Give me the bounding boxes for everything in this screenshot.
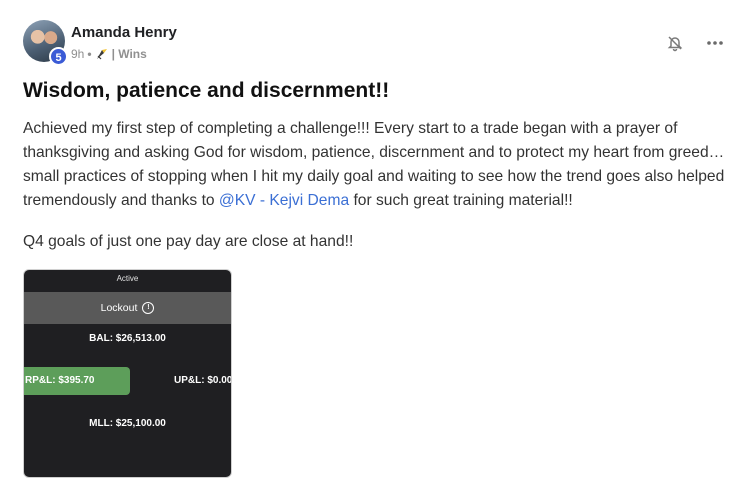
lockout-label: Lockout bbox=[100, 302, 138, 314]
more-options-icon[interactable] bbox=[706, 34, 724, 52]
post-time[interactable]: 9h bbox=[71, 47, 84, 61]
rocket-chevrons-icon bbox=[95, 47, 109, 61]
level-badge: 5 bbox=[49, 47, 68, 66]
post-body: Achieved my first step of completing a c… bbox=[23, 117, 728, 213]
post-body-second: Q4 goals of just one pay day are close a… bbox=[23, 233, 354, 250]
post-meta: 9h • | Wins bbox=[71, 47, 147, 61]
post-body-text-end: for such great training material!! bbox=[349, 192, 573, 209]
max-loss-limit-value: MLL: $25,100.00 bbox=[89, 418, 166, 429]
bell-slash-icon[interactable] bbox=[666, 34, 684, 52]
balance-value: BAL: $26,513.00 bbox=[89, 333, 166, 344]
meta-separator: • bbox=[87, 47, 92, 61]
user-mention-link[interactable]: @KV - Kejvi Dema bbox=[219, 192, 349, 209]
realized-pnl-badge: RP&L: $395.70 bbox=[24, 367, 130, 395]
attachment-image[interactable]: Active Lockout ! BAL: $26,513.00 RP&L: $… bbox=[23, 269, 232, 478]
category-link[interactable]: | Wins bbox=[112, 47, 147, 61]
post-title: Wisdom, patience and discernment!! bbox=[23, 79, 390, 102]
lockout-bar: Lockout ! bbox=[24, 292, 231, 324]
status-label: Active bbox=[116, 274, 139, 283]
unrealized-pnl-value: UP&L: $0.00 bbox=[174, 375, 232, 386]
author-name[interactable]: Amanda Henry bbox=[71, 24, 177, 41]
info-icon: ! bbox=[142, 302, 155, 314]
